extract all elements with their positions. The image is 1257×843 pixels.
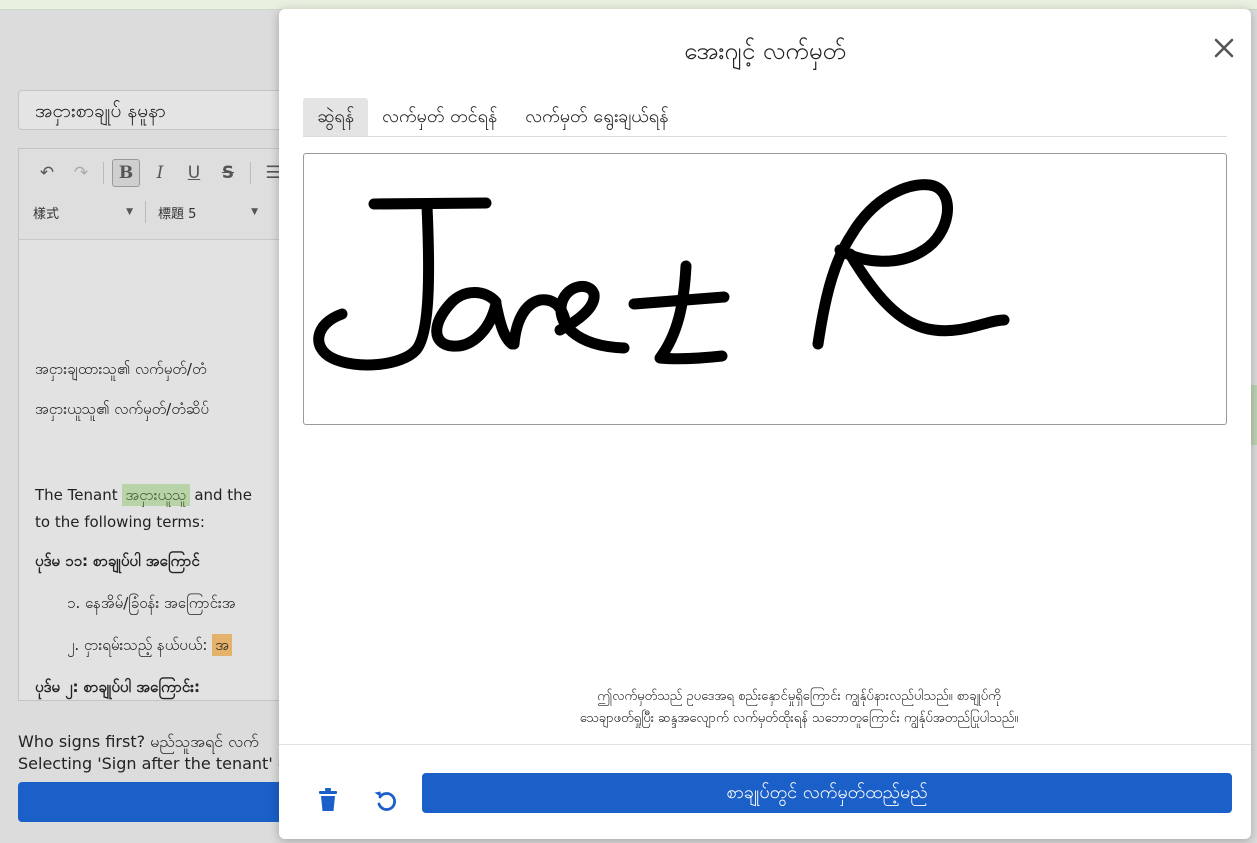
signature-ink [313,179,1010,371]
tenant-prefix: The Tenant [35,486,118,504]
italic-button[interactable]: I [146,159,174,187]
list-item-text: ၂. ငှားရမ်းသည့် နယ်ပယ်: [67,636,208,654]
bold-button[interactable]: B [112,159,140,187]
toolbar-divider [103,162,104,184]
legal-note-line-1: ဤလက်မှတ်သည် ဥပဒေအရ စည်းနှောင်မှုရှိကြောင… [597,689,1001,704]
placeholder-highlight[interactable]: အ [212,634,233,656]
heading-select-value: 標題 5 [158,206,197,222]
legal-acknowledgement: ဤလက်မှတ်သည် ဥပဒေအရ စည်းနှောင်မှုရှိကြောင… [479,686,1119,730]
signature-tabs: ဆွဲရန် လက်မှတ် တင်ရန် လက်မှတ် ရွေးချယ်ရန… [303,98,1227,137]
toolbar-divider [250,162,251,184]
tab-draw[interactable]: ဆွဲရန် [303,98,369,136]
article-1-heading: ပုဒ်မ ၁၁: စာချုပ်ပါ အကြောင် [35,552,200,570]
underline-button[interactable]: U [180,159,208,187]
chevron-down-icon: ▼ [126,207,133,217]
legal-note-line-2: သေချာဖတ်ရှုပြီး ဆန္ဒအလျောက် လက်မှတ်ထိုးရ… [579,711,1019,726]
scrollbar[interactable] [1251,385,1257,445]
list-item: ၁. နေအိမ်/ခြံဝန်း အကြောင်းအ [67,594,236,612]
document-title-input[interactable]: အငှားစာချုပ် နမူနာ [18,90,318,130]
signing-order-hint: Selecting 'Sign after the tenant' ens [18,754,280,773]
landlord-signature-line: အငှားချထားသူ၏ လက်မှတ်/တံ [35,360,207,378]
tenant-paragraph: The Tenant အငှားယူသူ and the [35,484,252,508]
trash-icon[interactable] [315,787,341,813]
tenant-placeholder-highlight[interactable]: အငှားယူသူ [122,484,190,506]
style-select[interactable]: 樣式 ▼ [33,203,133,222]
signature-drawing-canvas[interactable] [303,153,1227,425]
background-primary-button[interactable] [18,782,288,822]
modal-title: အေးဂျင့် လက်မှတ် [684,37,846,65]
tenant-suffix: and the [194,486,252,504]
close-icon[interactable] [1207,31,1241,65]
modal-footer: စာချုပ်တွင် လက်မှတ်ထည့်မည် [279,744,1251,840]
toolbar-divider [145,201,146,223]
style-select-value: 樣式 [33,206,60,222]
chevron-down-icon: ▼ [251,207,258,217]
tab-upload[interactable]: လက်မှတ် တင်ရန် [368,98,511,136]
rich-text-editor[interactable]: ↶ ↷ B I U S ☰ 樣式 ▼ 標題 5 ▼ အငှားချထားသူ၏ … [18,148,318,701]
editor-toolbar: ↶ ↷ B I U S ☰ 樣式 ▼ 標題 5 ▼ [19,149,317,240]
following-terms-line: to the following terms: [35,513,205,531]
redo-arrow-icon[interactable]: ↷ [67,159,95,187]
heading-select[interactable]: 標題 5 ▼ [158,203,258,222]
undo-arrow-icon[interactable]: ↶ [33,159,61,187]
list-item: ၂. ငှားရမ်းသည့် နယ်ပယ်: အ [67,634,233,658]
signing-order-question: Who signs first? မည်သူအရင် လက် [18,732,259,751]
strikethrough-button[interactable]: S [214,159,242,187]
signature-modal: အေးဂျင့် လက်မှတ် ဆွဲရန် လက်မှတ် တင်ရန် လ… [279,9,1251,839]
tab-choose[interactable]: လက်မှတ် ရွေးချယ်ရန် [511,98,682,136]
apply-signature-button[interactable]: စာချုပ်တွင် လက်မှတ်ထည့်မည် [422,773,1232,813]
tenant-signature-line: အငှားယူသူ၏ လက်မှတ်/တံဆိပ် [35,400,209,418]
undo-icon[interactable] [373,787,399,813]
article-2-heading: ပုဒ်မ ၂: စာချုပ်ပါ အကြောင်း: [35,678,200,696]
